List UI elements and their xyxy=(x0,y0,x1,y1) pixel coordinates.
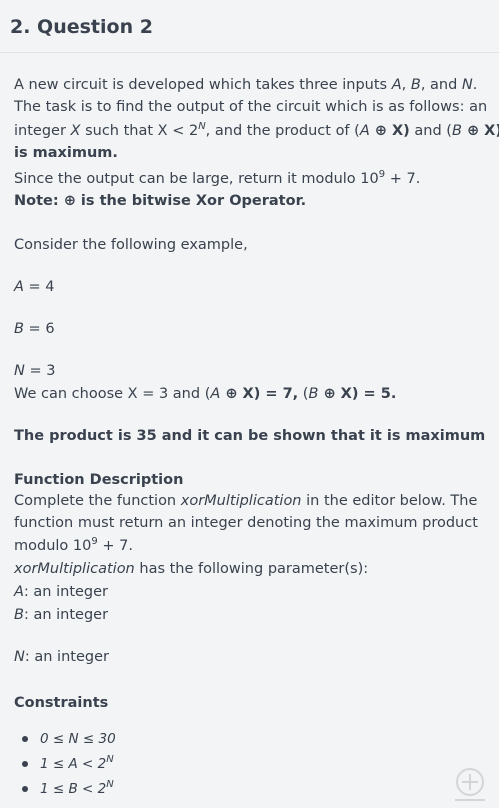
function-name: xorMultiplication xyxy=(180,493,302,509)
text: = 6 xyxy=(23,321,55,337)
constraint-item: 0 ≤ N ≤ 30 xyxy=(40,728,116,750)
example-b: B = 6 xyxy=(14,318,55,340)
intro-line-3: integer X such that X < 2N, and the prod… xyxy=(14,120,499,142)
constraint-item: 1 ≤ A < 2N xyxy=(40,753,114,775)
text: + 7. xyxy=(385,171,421,187)
text: : an integer xyxy=(23,607,109,623)
exponent-n: N xyxy=(106,779,114,790)
example-choose: We can choose X = 3 and (A ⊕ X) = 7, (B … xyxy=(14,383,396,405)
note-line: Note: ⊕ is the bitwise Xor Operator. xyxy=(14,190,306,212)
xor-symbol: ⊕ xyxy=(63,193,76,209)
intro-line-5: Since the output can be large, return it… xyxy=(14,168,420,190)
var-b: B xyxy=(308,386,319,402)
text: 0 ≤ N ≤ 30 xyxy=(40,731,116,747)
fd-line-4: xorMultiplication has the following para… xyxy=(14,558,368,580)
var-x: X xyxy=(70,123,81,139)
var-n: N xyxy=(461,77,473,93)
text: X) = 7, xyxy=(242,386,299,402)
text: X) = 5. xyxy=(340,386,397,402)
question-header: 2. Question 2 xyxy=(0,0,499,53)
var-n: N xyxy=(14,649,25,665)
fd-line-2: function must return an integer denoting… xyxy=(14,515,478,531)
function-description-heading: Function Description xyxy=(14,472,184,488)
text: : an integer xyxy=(24,649,109,665)
text: = 3 xyxy=(24,363,56,379)
text: , xyxy=(401,77,411,93)
text: 1 ≤ B < 2 xyxy=(40,781,107,797)
constraint-item: 1 ≤ B < 2N xyxy=(40,778,114,800)
var-b: B xyxy=(14,607,24,623)
text: : an integer xyxy=(23,584,109,600)
var-b: B xyxy=(410,77,421,93)
fd-line-3: modulo 109 + 7. xyxy=(14,535,133,557)
exponent-n: N xyxy=(198,121,206,132)
text: and ( xyxy=(409,123,452,139)
example-intro: Consider the following example, xyxy=(14,237,248,253)
text: has the following parameter(s): xyxy=(134,561,369,577)
text: in the editor below. The xyxy=(301,493,478,509)
text: X) xyxy=(391,123,410,139)
intro-line-1: A new circuit is developed which takes t… xyxy=(14,74,477,96)
text: 1 ≤ A < 2 xyxy=(40,756,107,772)
bullet-icon xyxy=(22,736,28,742)
xor-symbol: ⊕ xyxy=(461,123,485,139)
text: Complete the function xyxy=(14,493,181,509)
text: such that X < 2 xyxy=(80,123,199,139)
text: We can choose X = 3 and ( xyxy=(14,386,211,402)
text: integer xyxy=(14,123,71,139)
function-name: xorMultiplication xyxy=(14,561,135,577)
param-a: A: an integer xyxy=(14,581,108,603)
var-a: A xyxy=(14,584,24,600)
var-b: B xyxy=(14,321,24,337)
question-title: 2. Question 2 xyxy=(10,16,153,38)
example-a: A = 4 xyxy=(14,276,55,298)
example-n: N = 3 xyxy=(14,360,55,382)
var-a: A xyxy=(391,77,402,93)
text: modulo 10 xyxy=(14,538,92,554)
var-a: A xyxy=(359,123,370,139)
exponent-n: N xyxy=(106,754,114,765)
watermark-logo-icon xyxy=(455,768,485,801)
text: A new circuit is developed which takes t… xyxy=(14,77,392,93)
bullet-icon xyxy=(22,786,28,792)
text: Since the output can be large, return it… xyxy=(14,171,379,187)
text: ( xyxy=(298,386,309,402)
constraints-heading: Constraints xyxy=(14,695,109,711)
text: , and the product of ( xyxy=(205,123,360,139)
fd-line-1: Complete the function xorMultiplication … xyxy=(14,490,477,512)
xor-symbol: ⊕ xyxy=(220,386,243,402)
var-a: A xyxy=(210,386,221,402)
text: X) xyxy=(484,123,499,139)
example-product: The product is 35 and it can be shown th… xyxy=(14,428,486,444)
intro-line-4: is maximum. xyxy=(14,145,118,161)
xor-symbol: ⊕ xyxy=(318,386,341,402)
text: + 7. xyxy=(97,538,133,554)
text: is the bitwise Xor Operator. xyxy=(75,193,307,209)
param-b: B: an integer xyxy=(14,604,108,626)
text: = 4 xyxy=(23,279,55,295)
var-a: A xyxy=(14,279,24,295)
text: , and xyxy=(420,77,462,93)
var-n: N xyxy=(14,363,25,379)
note-label: Note: xyxy=(14,193,64,209)
var-b: B xyxy=(451,123,462,139)
intro-line-2: The task is to find the output of the ci… xyxy=(14,99,488,115)
param-n: N: an integer xyxy=(14,646,109,668)
bullet-icon xyxy=(22,761,28,767)
xor-symbol: ⊕ xyxy=(369,123,392,139)
text: . xyxy=(472,77,478,93)
